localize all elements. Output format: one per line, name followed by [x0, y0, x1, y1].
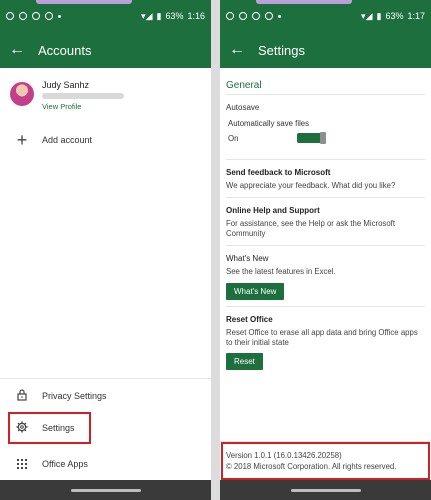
reset-office-desc: Reset Office to erase all app data and b… [226, 327, 418, 347]
sync-icon [45, 12, 53, 20]
lock-icon [14, 388, 30, 404]
battery-level: 63% [385, 11, 404, 21]
dot-icon [278, 14, 281, 18]
autosave-state: On [228, 133, 239, 143]
settings-list: General Autosave Automatically save file… [220, 80, 431, 376]
reset-office-item: Reset Office Reset Office to erase all a… [226, 305, 425, 376]
home-gesture-handle[interactable] [70, 488, 141, 492]
settings-highlight-box [8, 412, 91, 444]
page-title: Accounts [38, 42, 92, 58]
reset-button[interactable]: Reset [226, 352, 263, 370]
autosave-label: Autosave [226, 103, 260, 112]
page-title: Settings [258, 42, 305, 58]
view-profile-link[interactable]: View Profile [42, 102, 124, 111]
add-account-label: Add account [42, 135, 93, 145]
account-email-redacted [42, 93, 124, 99]
reset-office-title: Reset Office [226, 314, 273, 324]
add-account-item[interactable]: + Add account [0, 122, 211, 158]
home-gesture-handle[interactable] [290, 488, 361, 492]
account-name: Judy Sanhz [42, 80, 90, 90]
battery-icon: ▮ [156, 10, 162, 21]
back-arrow-icon[interactable]: ← [220, 32, 254, 68]
notification-icon [6, 12, 14, 20]
toggle-knob [320, 132, 326, 144]
navigation-bar [220, 480, 431, 500]
office-apps-label: Office Apps [42, 459, 88, 469]
notification-shade-handle [36, 0, 132, 4]
sync-icon [265, 12, 273, 20]
moon-icon [19, 12, 27, 20]
app-bar: ← Accounts [0, 32, 211, 68]
autosave-toggle-row[interactable]: On [226, 132, 425, 144]
notification-icon [226, 12, 234, 20]
autosave-option-label: Automatically save files [228, 119, 310, 128]
send-feedback-desc: We appreciate your feedback. What did yo… [226, 181, 396, 190]
cloud-icon [252, 12, 260, 20]
notification-icons [226, 12, 281, 20]
avatar [10, 82, 34, 106]
app-bar: ← Settings [220, 32, 431, 68]
privacy-settings-label: Privacy Settings [42, 391, 107, 401]
status-bar: ▾◢ ▮ 63% 1:17 [220, 0, 431, 32]
signal-icon: ▾◢ [361, 10, 373, 21]
office-apps-item[interactable]: Office Apps [0, 446, 211, 482]
battery-icon: ▮ [376, 10, 382, 21]
account-profile[interactable]: Judy Sanhz View Profile [0, 68, 211, 118]
version-highlight-box [221, 442, 430, 480]
plus-icon: + [16, 129, 28, 150]
accounts-screen: ▾◢ ▮ 63% 1:16 ← Accounts Judy Sanhz View… [0, 0, 211, 500]
grid-icon [14, 456, 30, 472]
moon-icon [239, 12, 247, 20]
privacy-settings-item[interactable]: Privacy Settings [0, 378, 211, 414]
online-help-item[interactable]: Online Help and Support For assistance, … [226, 197, 425, 245]
settings-screen: ▾◢ ▮ 63% 1:17 ← Settings General Autosav… [220, 0, 431, 500]
status-bar: ▾◢ ▮ 63% 1:16 [0, 0, 211, 32]
online-help-desc: For assistance, see the Help or ask the … [226, 219, 396, 239]
section-general-title: General [226, 80, 425, 95]
notification-shade-handle [256, 0, 352, 4]
back-arrow-icon[interactable]: ← [0, 32, 34, 68]
send-feedback-item[interactable]: Send feedback to Microsoft We appreciate… [226, 159, 425, 197]
cloud-icon [32, 12, 40, 20]
whats-new-title: What's New [226, 254, 269, 264]
autosave-toggle[interactable] [297, 132, 326, 144]
notification-icons [6, 12, 61, 20]
battery-level: 63% [165, 11, 184, 21]
dot-icon [58, 14, 61, 18]
signal-icon: ▾◢ [141, 10, 153, 21]
navigation-bar [0, 480, 211, 500]
clock: 1:17 [407, 11, 425, 21]
whats-new-desc: See the latest features in Excel. [226, 267, 336, 277]
send-feedback-title: Send feedback to Microsoft [226, 168, 331, 177]
online-help-title: Online Help and Support [226, 206, 320, 216]
whats-new-button[interactable]: What's New [226, 282, 285, 300]
whats-new-item: What's New See the latest features in Ex… [226, 245, 425, 305]
clock: 1:16 [187, 11, 205, 21]
